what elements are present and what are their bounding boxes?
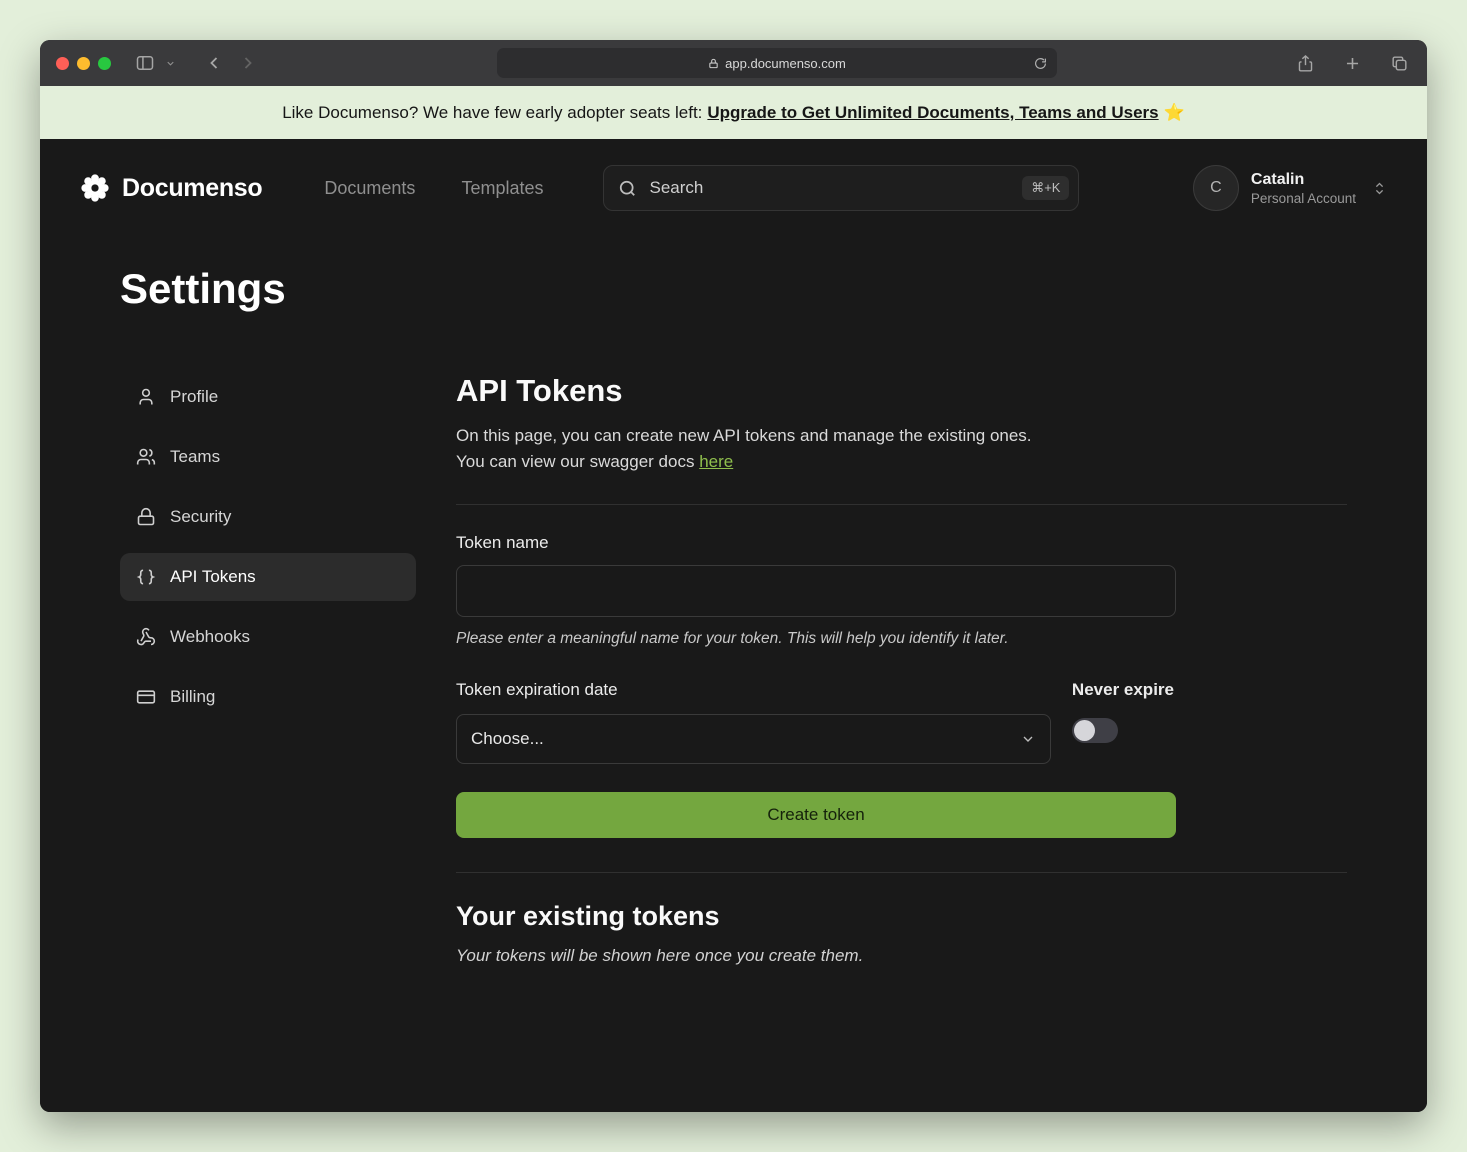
upgrade-link[interactable]: Upgrade to Get Unlimited Documents, Team… <box>707 103 1158 123</box>
toggle-knob <box>1074 720 1095 741</box>
sidebar-item-teams[interactable]: Teams <box>120 433 416 481</box>
promo-banner: Like Documenso? We have few early adopte… <box>40 86 1427 139</box>
sidebar-item-label: Teams <box>170 447 220 467</box>
api-tokens-panel: API Tokens On this page, you can create … <box>456 373 1347 966</box>
traffic-lights <box>56 57 111 70</box>
token-name-hint: Please enter a meaningful name for your … <box>456 630 1176 648</box>
address-bar[interactable]: app.documenso.com <box>497 48 1057 78</box>
create-token-button[interactable]: Create token <box>456 792 1176 838</box>
browser-toolbar: app.documenso.com <box>40 40 1427 86</box>
never-expire-label: Never expire <box>1072 680 1174 700</box>
page-title: Settings <box>120 265 1427 313</box>
sidebar-toggle-icon[interactable] <box>133 51 157 75</box>
lock-icon <box>708 58 719 69</box>
user-icon <box>136 387 156 407</box>
sidebar-item-billing[interactable]: Billing <box>120 673 416 721</box>
search-input[interactable]: Search ⌘+K <box>603 165 1079 211</box>
app-header: Documenso Documents Templates Search ⌘+K… <box>40 139 1427 211</box>
share-icon[interactable] <box>1294 52 1317 75</box>
expiration-label: Token expiration date <box>456 680 1051 700</box>
chevron-down-icon[interactable] <box>163 56 178 71</box>
sidebar-item-label: Billing <box>170 687 215 707</box>
sidebar-item-webhooks[interactable]: Webhooks <box>120 613 416 661</box>
avatar-initial: C <box>1210 179 1222 197</box>
settings-layout: Profile Teams Security <box>40 373 1427 966</box>
documenso-logo-icon <box>80 173 110 203</box>
close-button[interactable] <box>56 57 69 70</box>
braces-icon <box>136 567 156 587</box>
search-shortcut-badge: ⌘+K <box>1022 176 1069 200</box>
banner-text: Like Documenso? We have few early adopte… <box>282 103 702 123</box>
sidebar-item-profile[interactable]: Profile <box>120 373 416 421</box>
settings-sidebar: Profile Teams Security <box>120 373 416 966</box>
app-area: Documenso Documents Templates Search ⌘+K… <box>40 139 1427 1112</box>
expiration-row: Token expiration date Choose... Never ex… <box>456 680 1176 764</box>
never-expire-toggle[interactable] <box>1072 718 1118 743</box>
create-token-form: Token name Please enter a meaningful nam… <box>456 533 1176 838</box>
divider <box>456 504 1347 505</box>
divider <box>456 872 1347 873</box>
user-name: Catalin <box>1251 171 1356 189</box>
sidebar-item-api-tokens[interactable]: API Tokens <box>120 553 416 601</box>
sidebar-item-label: API Tokens <box>170 567 256 587</box>
nav-templates[interactable]: Templates <box>461 178 543 199</box>
tab-overview-icon[interactable] <box>1388 52 1411 75</box>
description-line-1: On this page, you can create new API tok… <box>456 426 1032 445</box>
search-icon <box>618 179 637 198</box>
sidebar-item-security[interactable]: Security <box>120 493 416 541</box>
user-account-type: Personal Account <box>1251 191 1356 206</box>
token-name-label: Token name <box>456 533 1176 553</box>
nav-documents[interactable]: Documents <box>324 178 415 199</box>
sidebar-item-label: Security <box>170 507 231 527</box>
webhook-icon <box>136 627 156 647</box>
avatar: C <box>1193 165 1239 211</box>
user-menu[interactable]: C Catalin Personal Account <box>1193 165 1387 211</box>
main-nav: Documents Templates <box>324 178 543 199</box>
lock-icon <box>136 507 156 527</box>
new-tab-icon[interactable] <box>1341 52 1364 75</box>
chevrons-up-down-icon <box>1372 181 1387 196</box>
brand[interactable]: Documenso <box>80 173 262 203</box>
forward-button[interactable] <box>236 51 260 75</box>
swagger-docs-link[interactable]: here <box>699 452 733 471</box>
existing-tokens-heading: Your existing tokens <box>456 901 1347 932</box>
zoom-button[interactable] <box>98 57 111 70</box>
refresh-icon[interactable] <box>1032 55 1049 72</box>
users-icon <box>136 447 156 467</box>
minimize-button[interactable] <box>77 57 90 70</box>
existing-tokens-empty-text: Your tokens will be shown here once you … <box>456 946 1347 966</box>
search-placeholder: Search <box>649 178 703 198</box>
credit-card-icon <box>136 687 156 707</box>
description-line-2: You can view our swagger docs <box>456 452 694 471</box>
brand-name: Documenso <box>122 174 262 203</box>
section-heading: API Tokens <box>456 373 1347 409</box>
star-emoji: ⭐ <box>1164 103 1185 123</box>
sidebar-item-label: Profile <box>170 387 218 407</box>
back-button[interactable] <box>202 51 226 75</box>
expiration-select-value: Choose... <box>471 729 544 749</box>
chevron-down-icon <box>1020 731 1036 747</box>
expiration-select[interactable]: Choose... <box>456 714 1051 764</box>
url-text: app.documenso.com <box>725 56 846 71</box>
sidebar-item-label: Webhooks <box>170 627 250 647</box>
browser-window: app.documenso.com Like Documenso? We hav… <box>40 40 1427 1112</box>
section-description: On this page, you can create new API tok… <box>456 423 1347 476</box>
token-name-input[interactable] <box>456 565 1176 617</box>
